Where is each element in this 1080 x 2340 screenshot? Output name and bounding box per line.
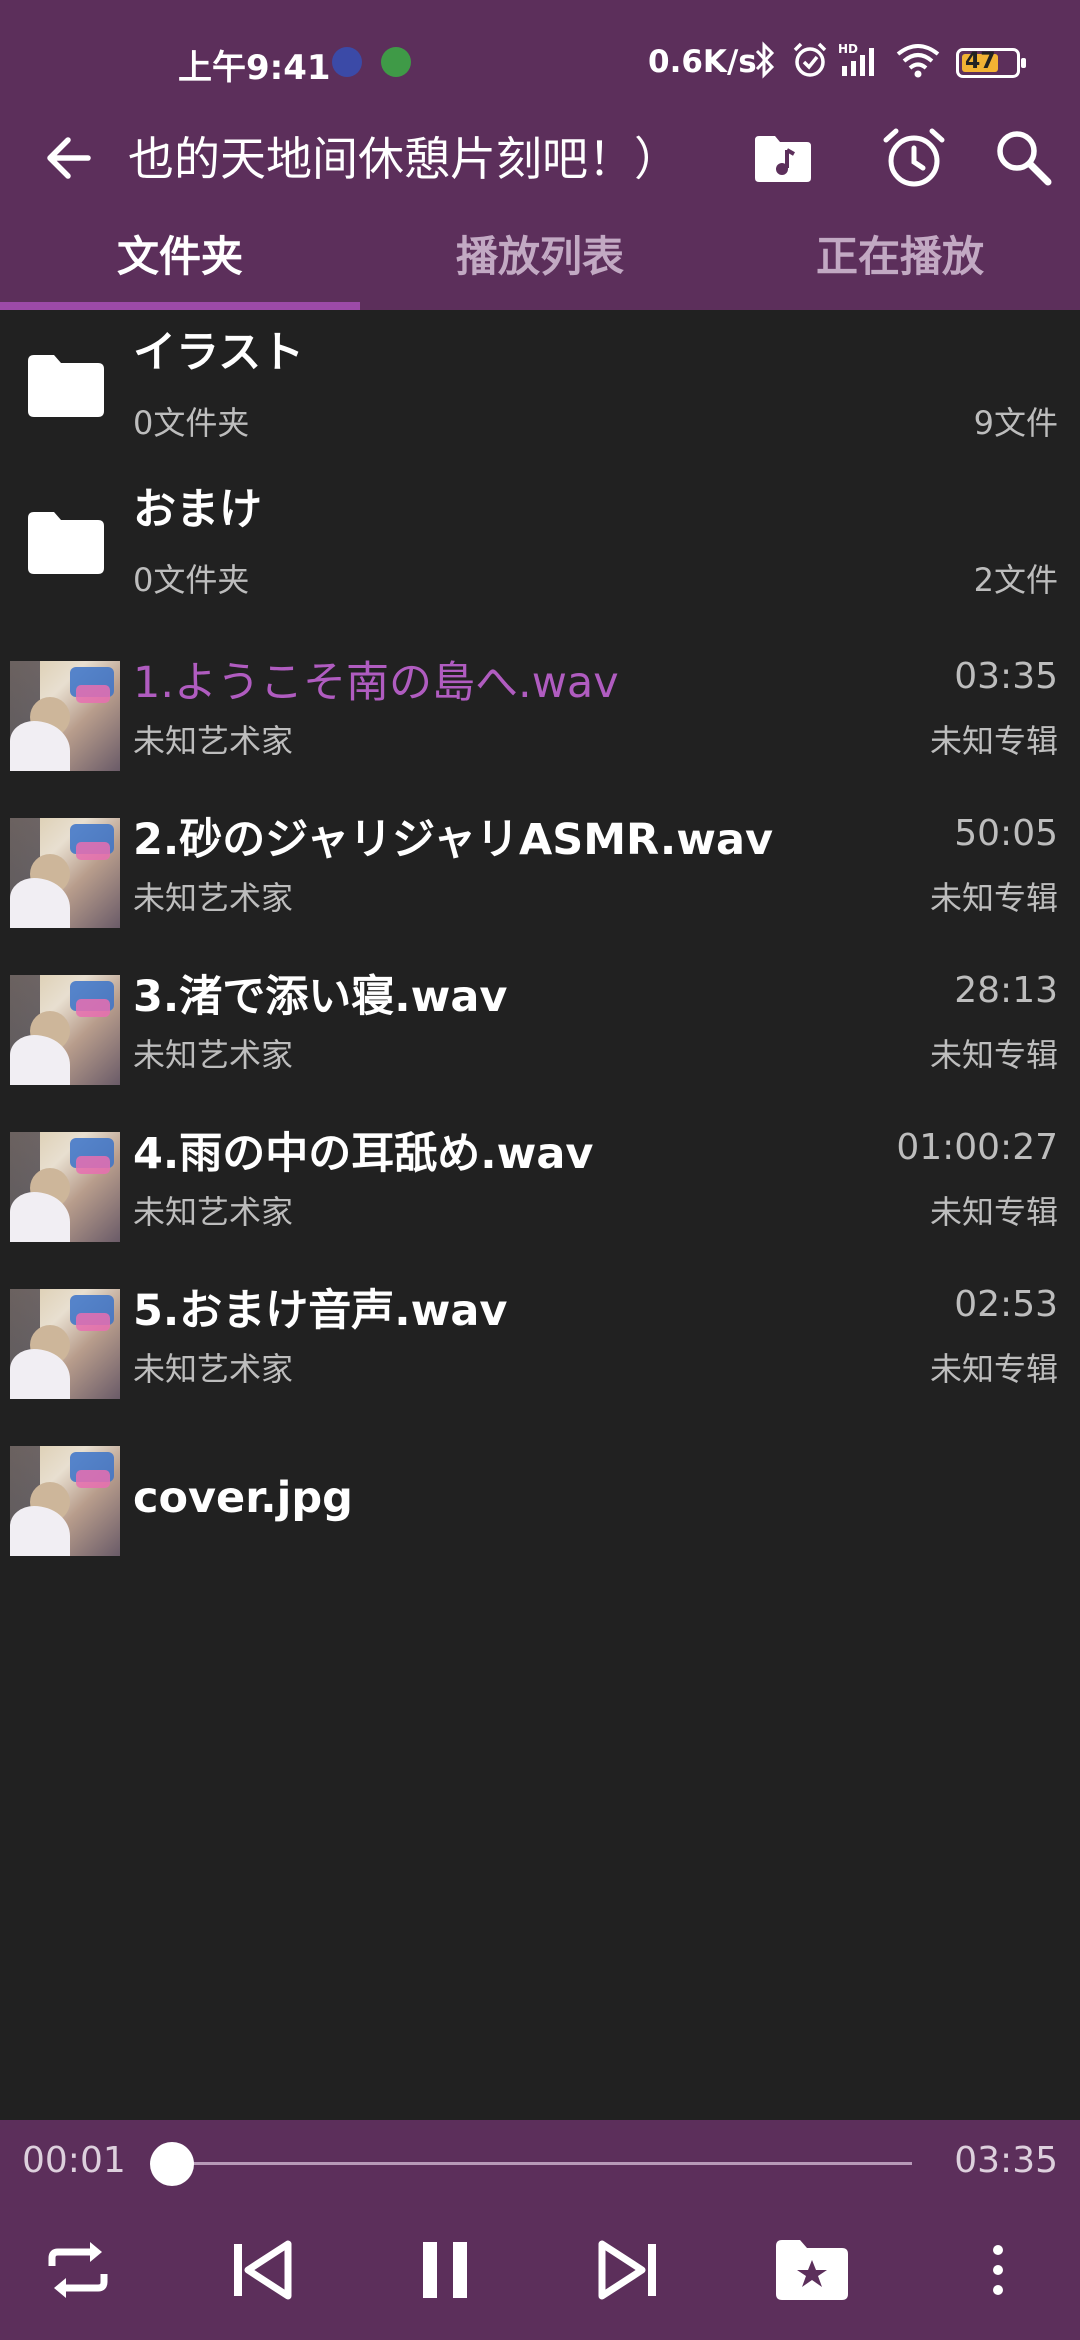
back-arrow-icon[interactable] bbox=[40, 128, 100, 188]
track-name: 4.雨の中の耳舐め.wav bbox=[133, 1129, 594, 1179]
folder-file-count: 9文件 bbox=[973, 404, 1058, 442]
track-album: 未知专辑 bbox=[929, 722, 1058, 760]
track-duration: 03:35 bbox=[954, 656, 1058, 697]
alarm-icon bbox=[793, 42, 827, 77]
folder-subfolder-count: 0文件夹 bbox=[133, 561, 250, 599]
playback-bar: 00:01 03:35 bbox=[0, 2120, 1080, 2340]
album-art-thumbnail bbox=[10, 1289, 120, 1399]
track-artist: 未知艺术家 bbox=[133, 1350, 294, 1388]
album-art-thumbnail bbox=[10, 975, 120, 1085]
status-time: 上午9:41 bbox=[178, 48, 331, 88]
music-folder-icon[interactable] bbox=[747, 122, 819, 194]
app-bar: 也的天地间休憩片刻吧！） bbox=[0, 110, 1080, 206]
track-duration: 01:00:27 bbox=[896, 1127, 1058, 1168]
battery-level: 47 bbox=[965, 49, 996, 74]
track-name: 1.ようこそ南の島へ.wav bbox=[133, 658, 619, 708]
battery-tip bbox=[1021, 58, 1026, 68]
track-duration: 50:05 bbox=[954, 813, 1058, 854]
album-art-thumbnail bbox=[10, 818, 120, 928]
seek-track[interactable] bbox=[168, 2162, 912, 2165]
android-notification-icon bbox=[381, 47, 411, 77]
track-duration: 28:13 bbox=[954, 970, 1058, 1011]
track-album: 未知专辑 bbox=[929, 1193, 1058, 1231]
file-row[interactable]: cover.jpg bbox=[0, 1409, 1080, 1566]
more-vert-icon[interactable] bbox=[958, 2230, 1038, 2310]
track-album: 未知专辑 bbox=[929, 1036, 1058, 1074]
folder-row[interactable]: おまけ 0文件夹 2文件 bbox=[0, 467, 1080, 624]
tab-playlists[interactable]: 播放列表 bbox=[360, 210, 720, 310]
folder-name: おまけ bbox=[133, 485, 262, 535]
signal-hd-icon: HD bbox=[838, 42, 874, 76]
track-row[interactable]: 4.雨の中の耳舐め.wav 未知艺术家 01:00:27 未知专辑 bbox=[0, 1095, 1080, 1252]
track-name: 3.渚で添い寝.wav bbox=[133, 972, 508, 1022]
folder-subfolder-count: 0文件夹 bbox=[133, 404, 250, 442]
track-row[interactable]: 5.おまけ音声.wav 未知艺术家 02:53 未知专辑 bbox=[0, 1252, 1080, 1409]
track-album: 未知专辑 bbox=[929, 879, 1058, 917]
track-artist: 未知艺术家 bbox=[133, 1036, 294, 1074]
favorite-folder-icon[interactable] bbox=[772, 2230, 852, 2310]
file-list: イラスト 0文件夹 9文件 おまけ 0文件夹 2文件 1.ようこそ南の島へ.wa… bbox=[0, 310, 1080, 1566]
track-duration: 02:53 bbox=[954, 1284, 1058, 1325]
track-artist: 未知艺术家 bbox=[133, 1193, 294, 1231]
track-row[interactable]: 2.砂のジャリジャリASMR.wav 未知艺术家 50:05 未知专辑 bbox=[0, 781, 1080, 938]
album-art-thumbnail bbox=[10, 661, 120, 771]
search-icon[interactable] bbox=[988, 122, 1060, 194]
tab-now-playing[interactable]: 正在播放 bbox=[720, 210, 1080, 310]
folder-icon bbox=[28, 512, 104, 574]
battery-icon: 47 bbox=[956, 48, 1026, 78]
tab-indicator bbox=[0, 302, 360, 310]
folder-row[interactable]: イラスト 0文件夹 9文件 bbox=[0, 310, 1080, 467]
tab-bar: 文件夹 播放列表 正在播放 bbox=[0, 210, 1080, 310]
file-name: cover.jpg bbox=[133, 1473, 353, 1523]
track-artist: 未知艺术家 bbox=[133, 879, 294, 917]
folder-name: イラスト bbox=[133, 328, 305, 378]
track-row[interactable]: 3.渚で添い寝.wav 未知艺术家 28:13 未知专辑 bbox=[0, 938, 1080, 1095]
wifi-icon bbox=[896, 44, 940, 78]
repeat-icon[interactable] bbox=[38, 2230, 118, 2310]
folder-file-count: 2文件 bbox=[973, 561, 1058, 599]
previous-icon[interactable] bbox=[222, 2230, 302, 2310]
bluetooth-icon bbox=[755, 41, 775, 79]
track-artist: 未知艺术家 bbox=[133, 722, 294, 760]
status-bar: 上午9:41 0.6K/s HD 47 bbox=[0, 0, 1080, 120]
folder-icon bbox=[28, 355, 104, 417]
folder-title: 也的天地间休憩片刻吧！） bbox=[128, 132, 680, 186]
next-icon[interactable] bbox=[588, 2230, 668, 2310]
track-name: 5.おまけ音声.wav bbox=[133, 1286, 508, 1336]
alarm-clock-icon[interactable] bbox=[878, 122, 950, 194]
album-art-thumbnail bbox=[10, 1132, 120, 1242]
elapsed-time: 00:01 bbox=[22, 2140, 126, 2181]
track-name: 2.砂のジャリジャリASMR.wav bbox=[133, 815, 774, 865]
total-time: 03:35 bbox=[954, 2140, 1058, 2181]
music-notification-icon bbox=[332, 47, 362, 77]
track-row[interactable]: 1.ようこそ南の島へ.wav 未知艺术家 03:35 未知专辑 bbox=[0, 624, 1080, 781]
pause-icon[interactable] bbox=[405, 2230, 485, 2310]
network-speed: 0.6K/s bbox=[648, 44, 757, 80]
image-thumbnail bbox=[10, 1446, 120, 1556]
svg-text:HD: HD bbox=[838, 42, 858, 56]
seek-thumb[interactable] bbox=[149, 2142, 194, 2186]
tab-folders[interactable]: 文件夹 bbox=[0, 210, 360, 310]
track-album: 未知专辑 bbox=[929, 1350, 1058, 1388]
